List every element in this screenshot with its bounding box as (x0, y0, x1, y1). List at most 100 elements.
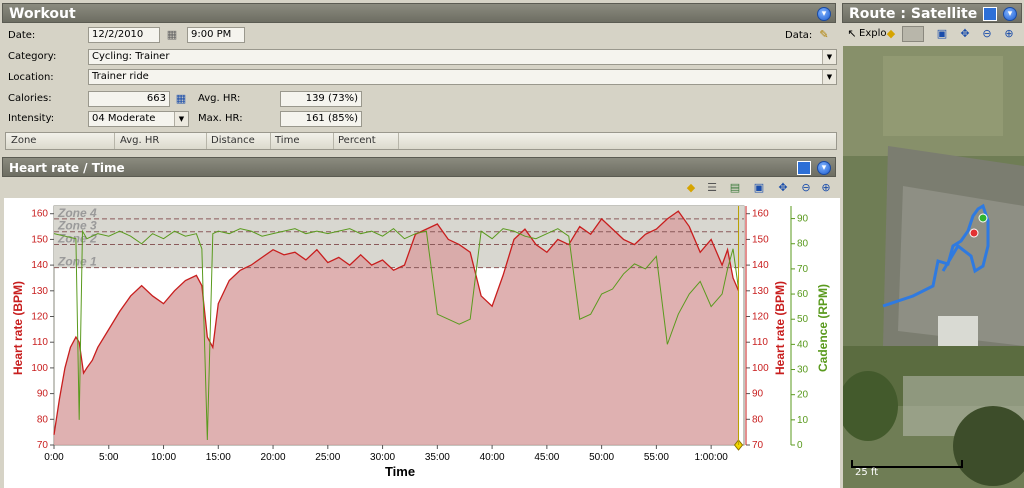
satellite-map[interactable]: 25 ft (843, 46, 1024, 488)
chart-type-icon[interactable]: ▤ (728, 181, 742, 195)
zone-label: Zone 1 (57, 255, 97, 269)
satellite-imagery (843, 46, 1024, 488)
cadence-tick-label: 0 (797, 440, 803, 451)
x-axis-label: Time (385, 464, 415, 479)
cursor-icon[interactable]: ↖ (845, 27, 859, 41)
x-tick-label: 0:00 (44, 452, 64, 463)
chart-panel-header: Heart rate / Time ▾ (2, 157, 836, 177)
table-icon[interactable]: ☰ (705, 181, 719, 195)
hr-tick-label-left: 120 (31, 312, 48, 323)
category-field[interactable]: Cycling: Trainer ▼ (88, 49, 837, 65)
calories-label: Calories: (8, 93, 52, 104)
cadence-tick-label: 10 (797, 415, 809, 426)
color-swatch[interactable] (902, 26, 924, 42)
cadence-tick-label: 30 (797, 365, 809, 376)
cadence-tick-label: 90 (797, 214, 809, 225)
marker-diamond-icon[interactable]: ◆ (684, 181, 698, 195)
hr-tick-label-right: 140 (752, 260, 769, 271)
hr-tick-label-left: 110 (32, 337, 48, 348)
location-field[interactable]: Trainer ride ▼ (88, 69, 837, 85)
collapse-chart-icon[interactable]: ▾ (817, 161, 831, 175)
date-field[interactable]: 12/2/2010 (88, 27, 160, 43)
heart-rate-chart[interactable]: 0:00 5:00 10:00 15:00 20:00 25:00 30:00 35:00 40… (4, 198, 840, 488)
x-tick-label: 25:00 (315, 452, 340, 463)
map-scale-label: 25 ft (855, 467, 879, 478)
calories-field[interactable]: 663 (88, 91, 170, 107)
x-tick-label: 1:00:00 (694, 452, 728, 463)
layout-toggle-icon[interactable] (797, 161, 811, 175)
zone-table-header: Zone Avg. HR Distance Time Percent (5, 132, 837, 150)
hr-tick-label-right: 150 (752, 234, 769, 245)
date-label: Date: (8, 30, 36, 41)
col-avg-hr[interactable]: Avg. HR (120, 135, 159, 146)
col-distance[interactable]: Distance (211, 135, 255, 146)
avg-hr-label: Avg. HR: (198, 93, 241, 104)
intensity-field[interactable]: 04 Moderate ▼ (88, 111, 189, 127)
location-dropdown-icon[interactable]: ▼ (822, 70, 836, 84)
route-fit-icon[interactable]: ✥ (958, 27, 972, 41)
route-toolbar: ↖ Explo ◆ ▣ ✥ ⊖ ⊕ (842, 24, 1022, 44)
save-icon[interactable]: ▣ (752, 181, 766, 195)
cadence-tick-label: 20 (797, 390, 809, 401)
x-tick-label: 35:00 (425, 452, 450, 463)
y-axis-label-right-cadence: Cadence (RPM) (816, 284, 830, 372)
hr-tick-label-right: 80 (752, 414, 764, 425)
cadence-tick-label: 80 (797, 239, 809, 250)
calendar-icon[interactable]: ▦ (165, 28, 179, 42)
x-tick-label: 50:00 (589, 452, 614, 463)
hr-tick-label-left: 150 (31, 234, 48, 245)
col-zone[interactable]: Zone (11, 135, 36, 146)
collapse-route-icon[interactable]: ▾ (1003, 7, 1017, 21)
time-field[interactable]: 9:00 PM (187, 27, 245, 43)
avg-hr-field: 139 (73%) (280, 91, 362, 107)
zone-label: Zone 2 (57, 232, 97, 246)
col-percent[interactable]: Percent (338, 135, 376, 146)
intensity-label: Intensity: (8, 113, 55, 124)
hr-tick-label-right: 90 (752, 389, 764, 400)
route-zoom-out-icon[interactable]: ⊖ (980, 27, 994, 41)
start-marker (978, 213, 988, 223)
col-time[interactable]: Time (275, 135, 299, 146)
x-tick-label: 45:00 (534, 452, 559, 463)
fit-icon[interactable]: ✥ (776, 181, 790, 195)
hr-tick-label-left: 160 (31, 209, 48, 220)
route-header: Route : Satellite ▾ (842, 3, 1022, 23)
cadence-tick-label: 70 (797, 264, 809, 275)
hr-tick-label-left: 130 (31, 286, 48, 297)
hr-tick-label-right: 100 (752, 363, 769, 374)
y-axis-label-left: Heart rate (BPM) (11, 281, 25, 375)
cadence-tick-label: 50 (797, 314, 809, 325)
calculator-icon[interactable]: ▦ (174, 92, 188, 106)
hr-tick-label-left: 140 (31, 260, 48, 271)
route-zoom-in-icon[interactable]: ⊕ (1002, 27, 1016, 41)
chart-panel-title: Heart rate / Time (9, 161, 125, 175)
zoom-in-icon[interactable]: ⊕ (819, 181, 833, 195)
route-save-icon[interactable]: ▣ (935, 27, 949, 41)
hr-tick-label-right: 160 (752, 209, 769, 220)
explore-label[interactable]: Explo (859, 27, 886, 41)
x-tick-label: 55:00 (644, 452, 669, 463)
route-marker-icon[interactable]: ◆ (884, 27, 898, 41)
max-hr-field: 161 (85%) (280, 111, 362, 127)
y-axis-label-right-hr: Heart rate (BPM) (773, 281, 787, 375)
hr-tick-label-right: 70 (752, 440, 764, 451)
x-tick-label: 15:00 (206, 452, 231, 463)
workout-title: Workout (9, 6, 76, 22)
route-title: Route : Satellite (849, 6, 978, 22)
x-tick-label: 20:00 (261, 452, 286, 463)
hr-tick-label-left: 100 (31, 363, 48, 374)
hr-tick-label-right: 120 (752, 312, 769, 323)
max-hr-label: Max. HR: (198, 113, 243, 124)
zoom-out-icon[interactable]: ⊖ (799, 181, 813, 195)
x-tick-label: 10:00 (151, 452, 176, 463)
intensity-dropdown-icon[interactable]: ▼ (174, 112, 188, 126)
category-dropdown-icon[interactable]: ▼ (822, 50, 836, 64)
x-tick-label: 30:00 (370, 452, 395, 463)
end-marker (969, 228, 979, 238)
route-layout-icon[interactable] (983, 7, 997, 21)
collapse-workout-icon[interactable]: ▾ (817, 7, 831, 21)
edit-pencil-icon[interactable]: ✎ (817, 28, 831, 42)
category-label: Category: (8, 51, 57, 62)
hr-tick-label-left: 70 (37, 440, 49, 451)
workout-header: Workout ▾ (2, 3, 836, 23)
